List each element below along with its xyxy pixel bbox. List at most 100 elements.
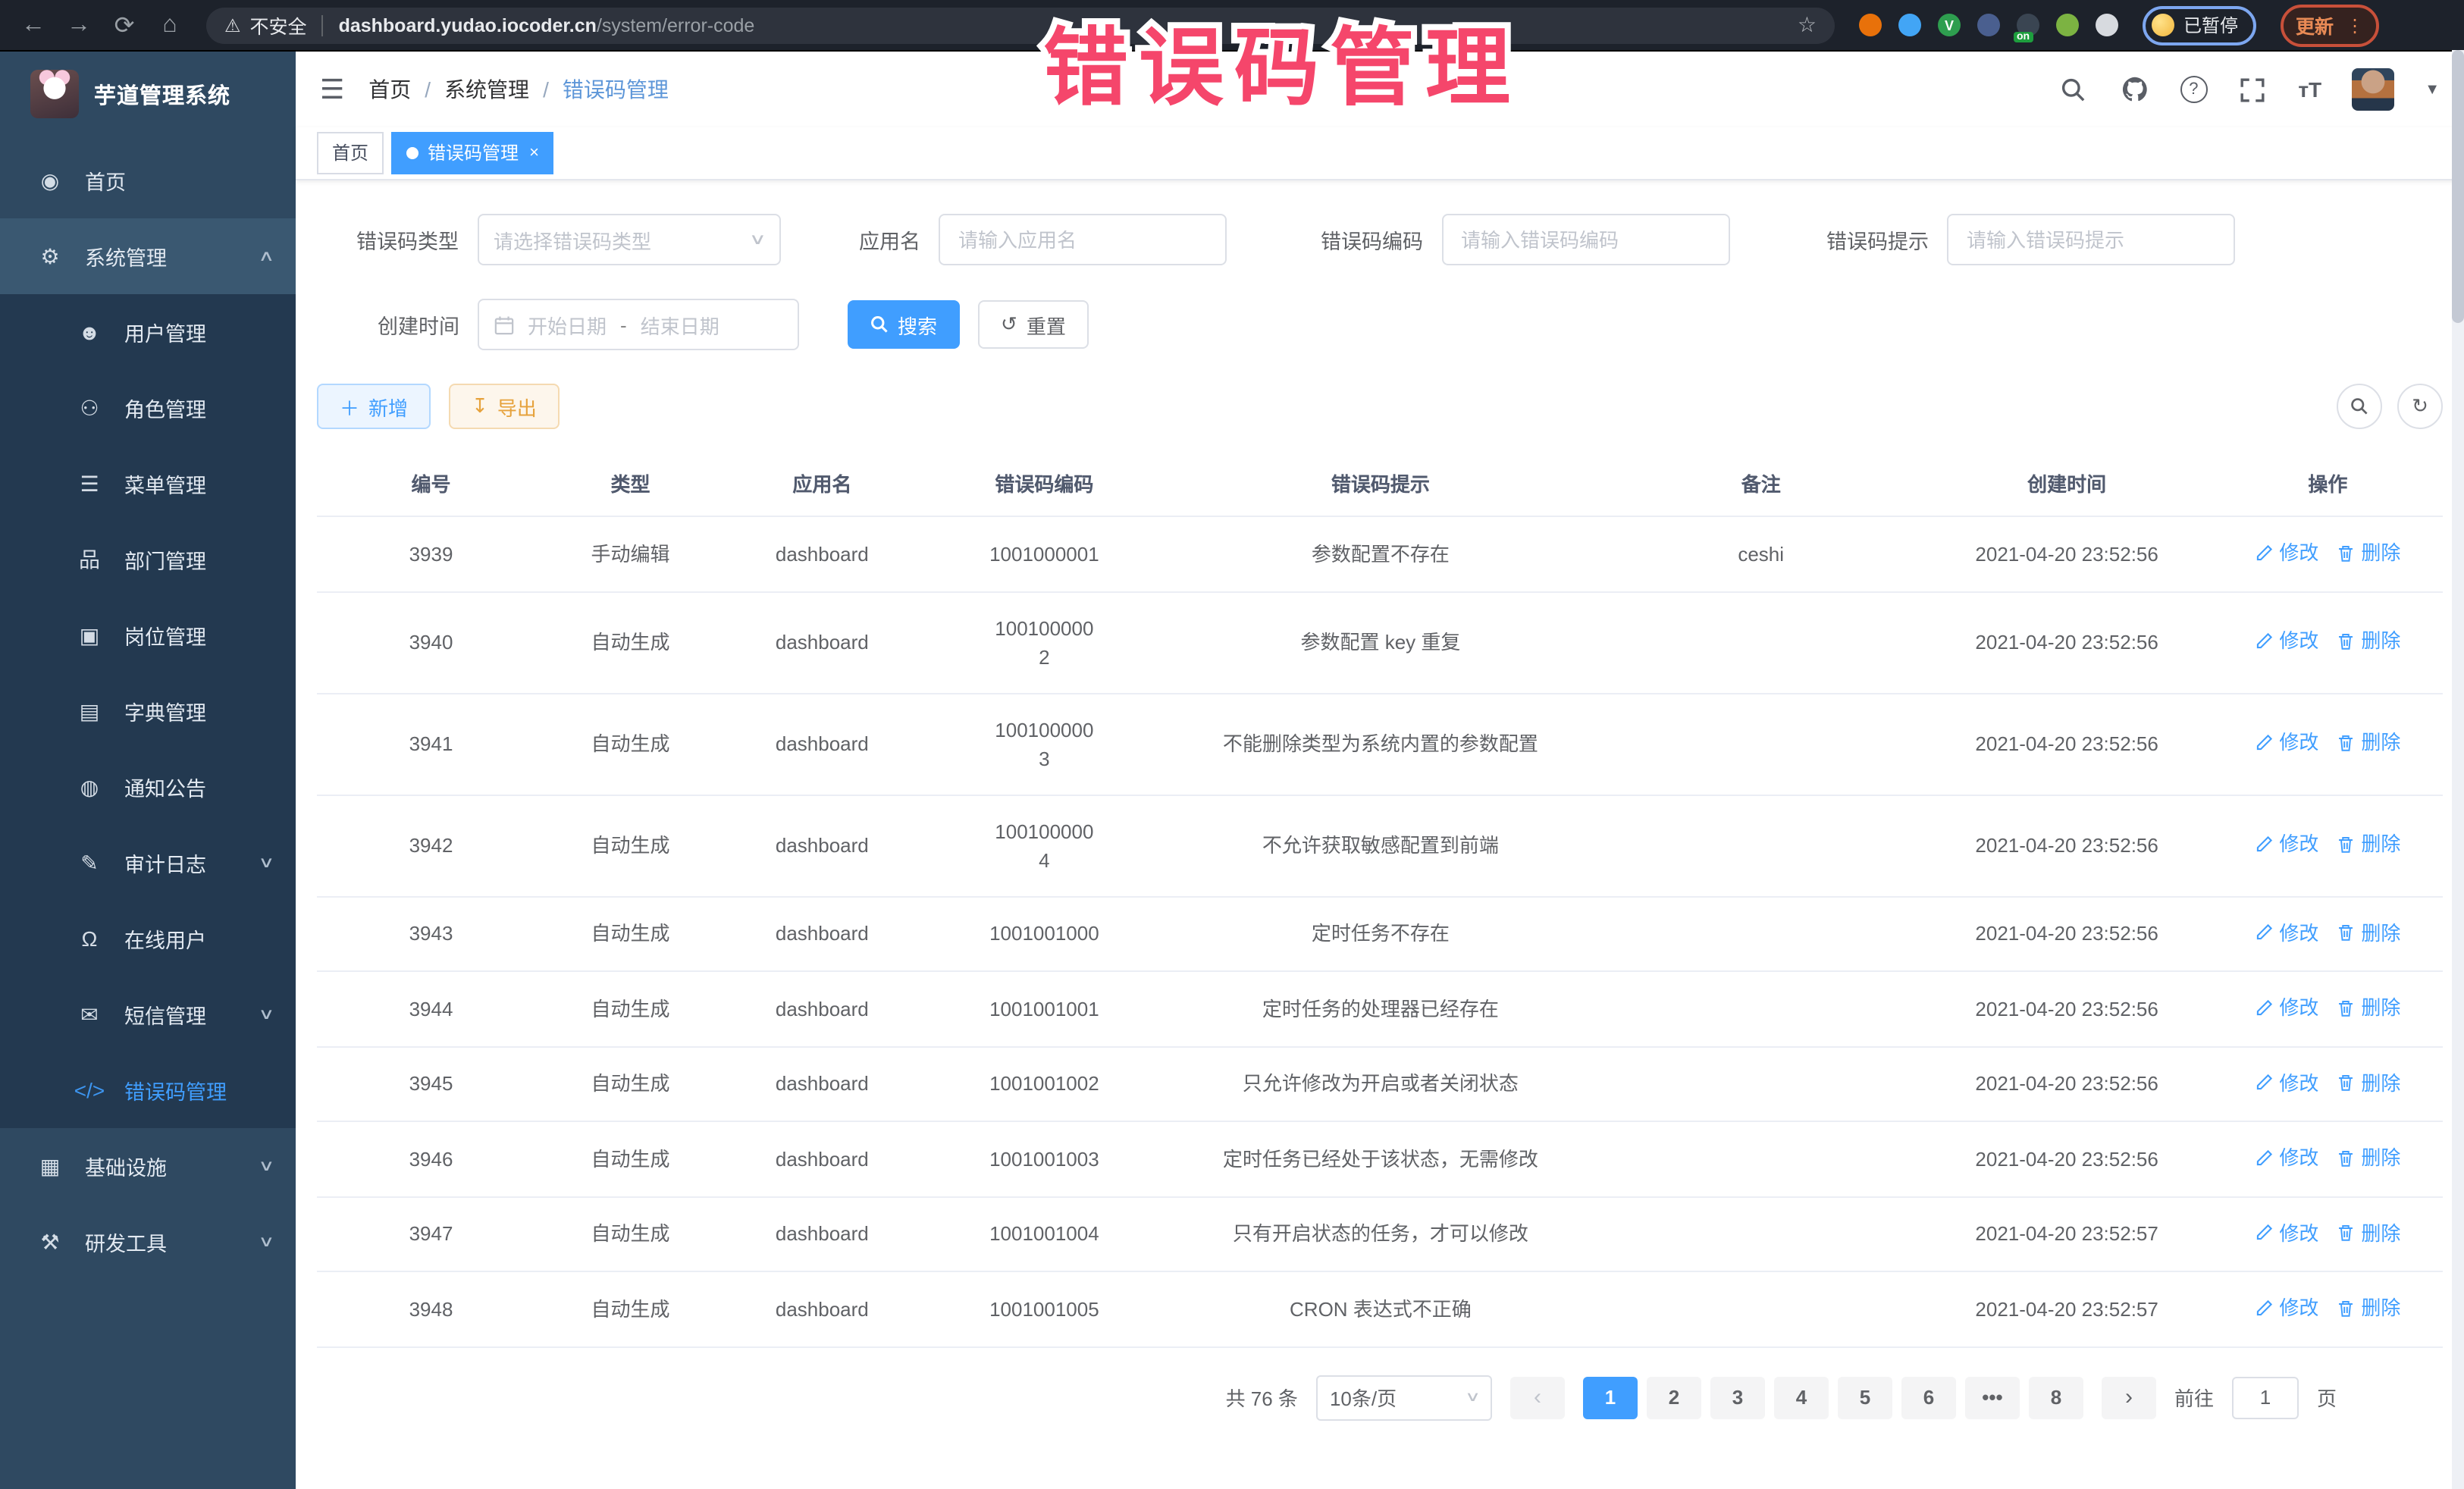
edit-link[interactable]: 修改 bbox=[2255, 993, 2318, 1022]
error-type-select[interactable]: 请选择错误码类型 ∨ bbox=[477, 214, 780, 265]
delete-link[interactable]: 删除 bbox=[2337, 1218, 2400, 1247]
bookmark-star-icon[interactable]: ☆ bbox=[1798, 12, 1817, 38]
sidebar-item-role[interactable]: ⚇角色管理 bbox=[0, 370, 296, 446]
page-scrollbar[interactable] bbox=[2452, 50, 2464, 1489]
sidebar-logo[interactable]: 芋道管理系统 bbox=[0, 52, 296, 133]
page-size-value: 10条/页 bbox=[1330, 1383, 1397, 1412]
cell-code: 1001001003 bbox=[929, 1121, 1160, 1196]
sidebar-item-home[interactable]: ◉首页 bbox=[0, 143, 296, 218]
chrome-menu-icon[interactable]: ⋮ bbox=[2346, 20, 2364, 30]
edit-link[interactable]: 修改 bbox=[2255, 538, 2318, 567]
sidebar-item-user[interactable]: ☻用户管理 bbox=[0, 294, 296, 370]
extension-key-icon[interactable] bbox=[2056, 14, 2079, 36]
sidebar-item-system[interactable]: ⚙系统管理∧ bbox=[0, 218, 296, 294]
tab-首页[interactable]: 首页 bbox=[317, 132, 384, 174]
page-button-3[interactable]: 3 bbox=[1710, 1376, 1765, 1418]
delete-link[interactable]: 删除 bbox=[2337, 538, 2400, 567]
delete-link[interactable]: 删除 bbox=[2337, 729, 2400, 757]
edit-link[interactable]: 修改 bbox=[2255, 1293, 2318, 1322]
page-button-1[interactable]: 1 bbox=[1583, 1376, 1638, 1418]
delete-link[interactable]: 删除 bbox=[2337, 918, 2400, 947]
goto-page-input[interactable] bbox=[2232, 1376, 2299, 1418]
extension-puzzle-icon[interactable] bbox=[2096, 14, 2118, 36]
delete-icon bbox=[2337, 835, 2355, 854]
address-bar[interactable]: ⚠ 不安全 dashboard.yudao.iocoder.cn/system/… bbox=[206, 7, 1835, 43]
delete-link[interactable]: 删除 bbox=[2337, 830, 2400, 859]
sidebar-item-menu[interactable]: ☰菜单管理 bbox=[0, 446, 296, 522]
edit-link[interactable]: 修改 bbox=[2255, 1218, 2318, 1247]
back-icon[interactable]: ← bbox=[15, 11, 52, 39]
page-button-2[interactable]: 2 bbox=[1647, 1376, 1701, 1418]
error-code-input[interactable] bbox=[1441, 214, 1729, 265]
chrome-update-button[interactable]: 更新 ⋮ bbox=[2281, 4, 2379, 46]
breadcrumb-item[interactable]: 首页 bbox=[368, 74, 411, 105]
date-start-placeholder: 开始日期 bbox=[528, 310, 607, 339]
hamburger-icon[interactable]: ☰ bbox=[320, 74, 344, 105]
sidebar-item-error-code[interactable]: </>错误码管理 bbox=[0, 1052, 296, 1128]
extension-orange-icon[interactable] bbox=[1859, 14, 1882, 36]
next-page-button[interactable]: › bbox=[2102, 1376, 2156, 1418]
delete-link-label: 删除 bbox=[2361, 1143, 2400, 1172]
page-button-8[interactable]: 8 bbox=[2029, 1376, 2083, 1418]
delete-link[interactable]: 删除 bbox=[2337, 1068, 2400, 1097]
fullscreen-icon[interactable] bbox=[2237, 74, 2268, 105]
sidebar-item-post[interactable]: ▣岗位管理 bbox=[0, 597, 296, 673]
sidebar-item-audit-log[interactable]: ✎审计日志∨ bbox=[0, 825, 296, 901]
page-button-4[interactable]: 4 bbox=[1774, 1376, 1829, 1418]
extension-dark-icon[interactable]: on bbox=[2017, 14, 2039, 36]
delete-link[interactable]: 删除 bbox=[2337, 993, 2400, 1022]
page-button-5[interactable]: 5 bbox=[1838, 1376, 1892, 1418]
search-button[interactable]: 搜索 bbox=[848, 300, 960, 349]
github-icon[interactable] bbox=[2119, 74, 2149, 105]
delete-link[interactable]: 删除 bbox=[2337, 1143, 2400, 1172]
sidebar-item-sms[interactable]: ✉短信管理∨ bbox=[0, 976, 296, 1052]
breadcrumb-item[interactable]: 系统管理 bbox=[444, 74, 529, 105]
export-button[interactable]: ↧ 导出 bbox=[449, 384, 560, 429]
extension-green-v-icon[interactable]: V bbox=[1938, 14, 1961, 36]
delete-icon bbox=[2337, 1149, 2355, 1167]
tab-错误码管理[interactable]: 错误码管理× bbox=[391, 132, 554, 174]
help-icon[interactable]: ? bbox=[2180, 76, 2207, 103]
search-icon[interactable] bbox=[2058, 74, 2089, 105]
app-name-input[interactable] bbox=[939, 214, 1227, 265]
delete-link[interactable]: 删除 bbox=[2337, 627, 2400, 656]
extension-grid-icon[interactable] bbox=[1977, 14, 2000, 36]
delete-link[interactable]: 删除 bbox=[2337, 1293, 2400, 1322]
edit-link[interactable]: 修改 bbox=[2255, 627, 2318, 656]
page-button-6[interactable]: 6 bbox=[1901, 1376, 1956, 1418]
home-icon[interactable]: ⌂ bbox=[152, 11, 188, 39]
profile-paused-pill[interactable]: 已暂停 bbox=[2143, 5, 2256, 45]
extension-gem-icon[interactable] bbox=[1898, 14, 1921, 36]
error-code-label: 错误码编码 bbox=[1321, 224, 1423, 255]
reset-button[interactable]: ↺ 重置 bbox=[978, 300, 1089, 349]
edit-link[interactable]: 修改 bbox=[2255, 830, 2318, 859]
more-pages-button[interactable]: ••• bbox=[1965, 1376, 2020, 1418]
close-tab-icon[interactable]: × bbox=[529, 135, 539, 171]
sidebar-item-dev-tools[interactable]: ⚒研发工具∨ bbox=[0, 1204, 296, 1280]
avatar-caret-icon[interactable]: ▼ bbox=[2425, 81, 2440, 98]
sidebar-item-online-user[interactable]: Ω在线用户 bbox=[0, 901, 296, 976]
page-content: 错误码类型 请选择错误码类型 ∨ 应用名 错误码编码 错误码提示 创建时间 bbox=[296, 180, 2464, 1489]
prev-page-button[interactable]: ‹ bbox=[1510, 1376, 1565, 1418]
update-label: 更新 bbox=[2296, 11, 2334, 39]
add-button[interactable]: ＋ 新增 bbox=[317, 384, 431, 429]
toggle-search-button[interactable] bbox=[2337, 384, 2382, 429]
edit-link[interactable]: 修改 bbox=[2255, 1068, 2318, 1097]
refresh-button[interactable]: ↻ bbox=[2397, 384, 2443, 429]
scrollbar-thumb[interactable] bbox=[2452, 50, 2464, 323]
sidebar-item-dept[interactable]: 品部门管理 bbox=[0, 522, 296, 597]
page-size-select[interactable]: 10条/页 ∨ bbox=[1316, 1375, 1492, 1420]
forward-icon[interactable]: → bbox=[61, 11, 97, 39]
sidebar-item-infra[interactable]: ▦基础设施∨ bbox=[0, 1128, 296, 1204]
date-range-picker[interactable]: 开始日期 - 结束日期 bbox=[478, 299, 799, 350]
edit-link[interactable]: 修改 bbox=[2255, 918, 2318, 947]
edit-link[interactable]: 修改 bbox=[2255, 729, 2318, 757]
edit-link[interactable]: 修改 bbox=[2255, 1143, 2318, 1172]
user-avatar[interactable] bbox=[2352, 68, 2394, 111]
reload-icon[interactable]: ⟳ bbox=[106, 10, 143, 40]
sidebar-item-notice[interactable]: ◍通知公告 bbox=[0, 749, 296, 825]
cell-remark bbox=[1601, 896, 1921, 971]
error-msg-input[interactable] bbox=[1947, 214, 2235, 265]
sidebar-item-dict[interactable]: ▤字典管理 bbox=[0, 673, 296, 749]
font-size-icon[interactable]: тT bbox=[2298, 77, 2321, 102]
